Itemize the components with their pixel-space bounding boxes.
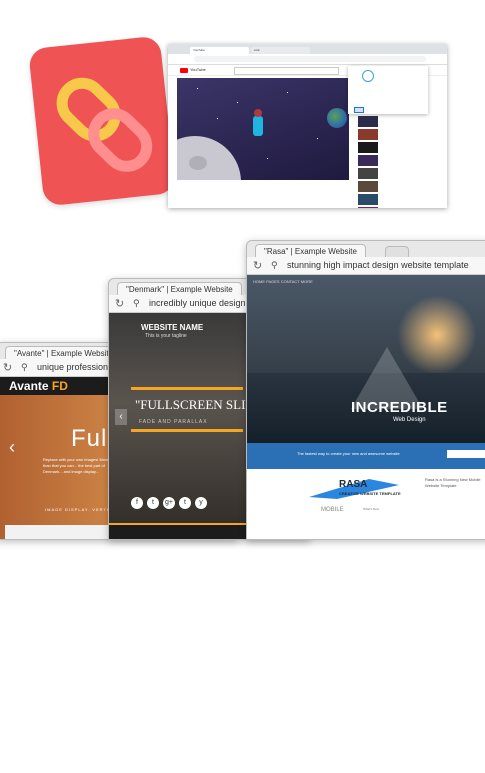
avante-brand-main: Avante	[9, 379, 49, 393]
denmark-tagline: This is your tagline	[145, 333, 187, 339]
chevron-left-icon[interactable]: ‹	[115, 409, 127, 425]
suggestions-list	[358, 116, 444, 208]
denmark-fade-text: FADE AND PARALLAX	[139, 419, 208, 425]
search-icon: ⚲	[21, 362, 28, 372]
list-item[interactable]	[358, 129, 444, 141]
denmark-address-text[interactable]: incredibly unique design	[149, 298, 246, 308]
rasa-cta-button[interactable]	[447, 450, 485, 458]
youtube-browser-screenshot: YouTube Link YouTube	[168, 44, 447, 208]
denmark-site-name[interactable]: WEBSITE NAME	[141, 323, 203, 332]
chevron-left-icon[interactable]: ‹	[9, 437, 15, 458]
social-icons: f t g+ t y	[131, 497, 207, 509]
app-icon	[28, 35, 176, 207]
rasa-logo-text[interactable]: RASA	[339, 479, 367, 490]
avante-bottom-strip	[5, 525, 115, 539]
rasa-blue-bar: The fastest way to create your new and a…	[247, 443, 485, 469]
rasa-tab[interactable]: "Rasa" | Example Website	[255, 244, 366, 258]
rasa-mobile-label: MOBILE	[321, 507, 344, 513]
rasa-tab-row: "Rasa" | Example Website	[247, 241, 485, 258]
avante-address-text[interactable]: unique professional	[37, 362, 115, 372]
yt-address-field[interactable]	[194, 56, 426, 62]
reload-icon[interactable]: ↻	[3, 361, 12, 374]
video-player[interactable]	[177, 78, 349, 180]
denmark-tab[interactable]: "Denmark" | Example Website	[117, 282, 242, 296]
moon-graphic	[177, 136, 241, 180]
avante-tab[interactable]: "Avante" | Example Website	[5, 346, 123, 360]
list-item[interactable]	[358, 194, 444, 206]
yt-search-input[interactable]	[234, 67, 339, 75]
rasa-page: HOME PAGES CONTACT MORE INCREDIBLE Web D…	[247, 275, 485, 539]
rasa-column-text: What's New	[363, 507, 379, 511]
rasa-hero-subtitle: Web Design	[393, 417, 426, 423]
yt-tab-bar: YouTube Link	[168, 44, 447, 60]
yt-tab-1[interactable]: YouTube	[190, 47, 249, 54]
link-icon	[56, 77, 153, 172]
rasa-description: Rasa is a Stunning New Mobile Website Te…	[425, 477, 481, 488]
search-icon: ⚲	[271, 260, 278, 270]
extension-popup	[348, 66, 428, 114]
youtube-logo-icon[interactable]	[180, 68, 188, 73]
rasa-nav[interactable]: HOME PAGES CONTACT MORE	[253, 279, 313, 284]
list-item[interactable]	[358, 181, 444, 193]
divider	[131, 387, 243, 390]
list-item[interactable]	[358, 155, 444, 167]
popup-toggle[interactable]	[354, 107, 364, 113]
rasa-blue-bar-text: The fastest way to create your new and a…	[297, 451, 400, 456]
yt-tab-2[interactable]: Link	[251, 47, 310, 54]
rasa-hero-title: INCREDIBLE	[351, 399, 448, 416]
check-icon	[362, 70, 374, 82]
rasa-address-text[interactable]: stunning high impact design website temp…	[287, 260, 469, 270]
youtube-wordmark: YouTube	[190, 67, 206, 72]
divider	[131, 429, 243, 432]
list-item[interactable]	[358, 116, 444, 128]
earth-graphic	[327, 108, 347, 128]
rasa-browser-window: "Rasa" | Example Website ↻ ⚲ stunning hi…	[246, 240, 485, 540]
avante-brand-accent: FD	[51, 379, 68, 393]
tumblr-icon[interactable]: t	[179, 497, 191, 509]
avante-description: Replace with your own images! More than …	[43, 457, 109, 474]
list-item[interactable]	[358, 142, 444, 154]
avante-brand[interactable]: Avante FD	[9, 379, 68, 393]
search-icon: ⚲	[133, 298, 140, 308]
yt-url-bar	[168, 54, 447, 65]
rasa-logo-subtitle: CREATIVE WEBSITE TEMPLATE	[339, 491, 401, 496]
list-item[interactable]	[358, 168, 444, 180]
rasa-hero: HOME PAGES CONTACT MORE INCREDIBLE Web D…	[247, 275, 485, 443]
facebook-icon[interactable]: f	[131, 497, 143, 509]
rasa-address-bar: ↻ ⚲ stunning high impact design website …	[247, 257, 485, 275]
reload-icon[interactable]: ↻	[115, 297, 124, 310]
character-graphic	[253, 109, 263, 136]
reload-icon[interactable]: ↻	[253, 259, 262, 272]
list-item[interactable]	[358, 207, 444, 208]
twitter-icon[interactable]: t	[147, 497, 159, 509]
yelp-icon[interactable]: y	[195, 497, 207, 509]
google-plus-icon[interactable]: g+	[163, 497, 175, 509]
